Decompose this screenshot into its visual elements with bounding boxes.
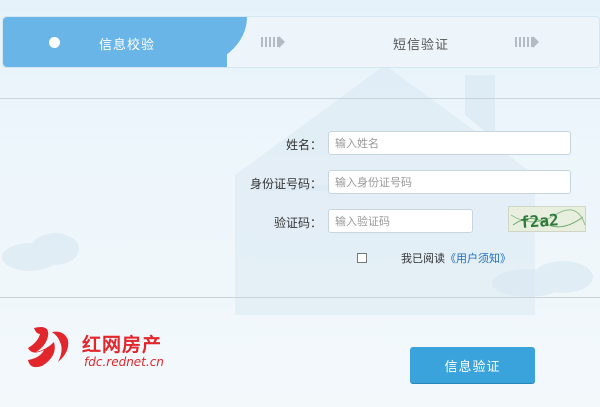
id-number-input[interactable] — [328, 170, 571, 194]
step-arrow-icon — [515, 36, 541, 48]
agreement-text: 我已阅读 — [401, 252, 445, 265]
step-arrow-icon — [261, 36, 287, 48]
agreement-row: 我已阅读 《用户须知》 — [357, 251, 511, 265]
name-row: 姓名： — [0, 131, 600, 157]
top-divider — [0, 98, 600, 99]
step-progress-bar: 信息校验 短信验证 — [2, 16, 600, 68]
rednet-logo: 红网房产 fdc.rednet.cn — [24, 322, 224, 370]
agree-checkbox[interactable] — [357, 253, 367, 263]
id-number-row: 身份证号码： — [0, 170, 600, 196]
step-info-check-label: 信息校验 — [99, 38, 156, 53]
id-number-label: 身份证号码： — [249, 177, 322, 191]
step-sms-verify-label: 短信验证 — [393, 38, 450, 53]
bottom-divider — [0, 297, 600, 298]
info-verify-submit-button[interactable]: 信息验证 — [410, 347, 535, 383]
user-notice-link[interactable]: 《用户须知》 — [445, 250, 511, 266]
logo-domain: fdc.rednet.cn — [84, 355, 164, 369]
rednet-logo-mark-icon — [28, 327, 69, 368]
captcha-text: f2a2 — [519, 210, 559, 232]
current-step-dot-icon — [49, 37, 60, 48]
verification-code-label: 验证码： — [273, 216, 322, 230]
captcha-noise-graphic: f2a2 — [510, 209, 586, 232]
name-label: 姓名： — [285, 138, 322, 152]
verification-code-input[interactable] — [328, 209, 473, 233]
captcha-image[interactable]: f2a2 — [508, 206, 586, 232]
logo-title: 红网房产 — [82, 334, 163, 356]
name-input[interactable] — [328, 131, 571, 155]
